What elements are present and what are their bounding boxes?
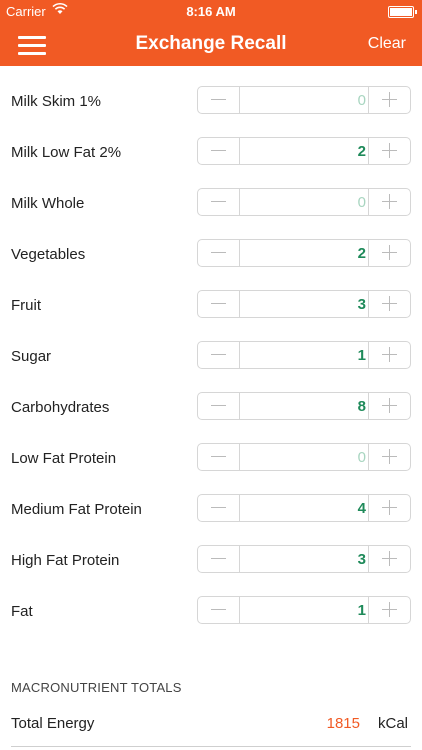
quantity-value: 0 (357, 194, 366, 211)
decrement-button[interactable] (198, 495, 240, 521)
exchange-label: Milk Low Fat 2% (11, 144, 122, 161)
exchange-row: High Fat Protein 3 (0, 535, 422, 586)
decrement-button[interactable] (198, 138, 240, 164)
quantity-value: 0 (357, 449, 366, 466)
divider (11, 746, 411, 747)
exchange-label: High Fat Protein (11, 552, 120, 569)
quantity-value: 1 (357, 602, 366, 619)
decrement-button[interactable] (198, 87, 240, 113)
total-energy-row: Total Energy 1815 kCal (0, 704, 422, 744)
exchange-row: Medium Fat Protein 4 (0, 484, 422, 535)
quantity-stepper: 0 (197, 443, 411, 471)
increment-button[interactable] (368, 138, 410, 164)
exchange-row: Low Fat Protein 0 (0, 433, 422, 484)
clear-button[interactable]: Clear (368, 35, 406, 53)
quantity-stepper: 1 (197, 596, 411, 624)
exchange-list: Milk Skim 1% 0 Milk Low Fat 2% 2 Milk Whole 0… (0, 76, 422, 637)
exchange-row: Vegetables 2 (0, 229, 422, 280)
increment-button[interactable] (368, 546, 410, 572)
decrement-button[interactable] (198, 342, 240, 368)
exchange-row: Milk Skim 1% 0 (0, 76, 422, 127)
decrement-button[interactable] (198, 189, 240, 215)
battery-icon (388, 6, 417, 18)
decrement-button[interactable] (198, 597, 240, 623)
quantity-stepper: 4 (197, 494, 411, 522)
status-time: 8:16 AM (186, 4, 236, 19)
exchange-row: Milk Whole 0 (0, 178, 422, 229)
exchange-label: Low Fat Protein (11, 450, 117, 467)
exchange-label: Medium Fat Protein (11, 501, 142, 518)
quantity-value: 2 (357, 143, 366, 160)
exchange-label: Fruit (11, 297, 41, 314)
status-bar: Carrier 8:16 AM (0, 0, 422, 24)
increment-button[interactable] (368, 342, 410, 368)
macronutrient-totals-header: MACRONUTRIENT TOTALS (11, 680, 182, 695)
quantity-value: 3 (357, 296, 366, 313)
increment-button[interactable] (368, 87, 410, 113)
exchange-row: Sugar 1 (0, 331, 422, 382)
exchange-label: Sugar (11, 348, 52, 365)
quantity-stepper: 2 (197, 137, 411, 165)
exchange-label: Vegetables (11, 246, 86, 263)
quantity-stepper: 1 (197, 341, 411, 369)
hamburger-menu-icon[interactable] (18, 34, 48, 56)
increment-button[interactable] (368, 597, 410, 623)
exchange-row: Milk Low Fat 2% 2 (0, 127, 422, 178)
increment-button[interactable] (368, 240, 410, 266)
exchange-row: Fat 1 (0, 586, 422, 637)
exchange-row: Fruit 3 (0, 280, 422, 331)
nav-bar: Exchange Recall Clear (0, 24, 422, 66)
exchange-row: Carbohydrates 8 (0, 382, 422, 433)
quantity-stepper: 3 (197, 290, 411, 318)
quantity-stepper: 2 (197, 239, 411, 267)
increment-button[interactable] (368, 495, 410, 521)
quantity-value: 1 (357, 347, 366, 364)
exchange-label: Milk Skim 1% (11, 93, 102, 110)
increment-button[interactable] (368, 444, 410, 470)
quantity-value: 2 (357, 245, 366, 262)
quantity-value: 4 (357, 500, 366, 517)
exchange-label: Fat (11, 603, 33, 620)
exchange-label: Carbohydrates (11, 399, 110, 416)
quantity-stepper: 0 (197, 86, 411, 114)
decrement-button[interactable] (198, 444, 240, 470)
increment-button[interactable] (368, 393, 410, 419)
decrement-button[interactable] (198, 291, 240, 317)
total-energy-value: 1815 (326, 715, 360, 732)
quantity-stepper: 0 (197, 188, 411, 216)
increment-button[interactable] (368, 189, 410, 215)
quantity-stepper: 3 (197, 545, 411, 573)
quantity-value: 3 (357, 551, 366, 568)
total-energy-label: Total Energy (11, 715, 95, 732)
quantity-value: 8 (357, 398, 366, 415)
page-title: Exchange Recall (135, 33, 287, 54)
total-energy-unit: kCal (377, 715, 408, 732)
exchange-label: Milk Whole (11, 195, 85, 212)
decrement-button[interactable] (198, 546, 240, 572)
increment-button[interactable] (368, 291, 410, 317)
decrement-button[interactable] (198, 240, 240, 266)
quantity-stepper: 8 (197, 392, 411, 420)
decrement-button[interactable] (198, 393, 240, 419)
quantity-value: 0 (357, 92, 366, 109)
